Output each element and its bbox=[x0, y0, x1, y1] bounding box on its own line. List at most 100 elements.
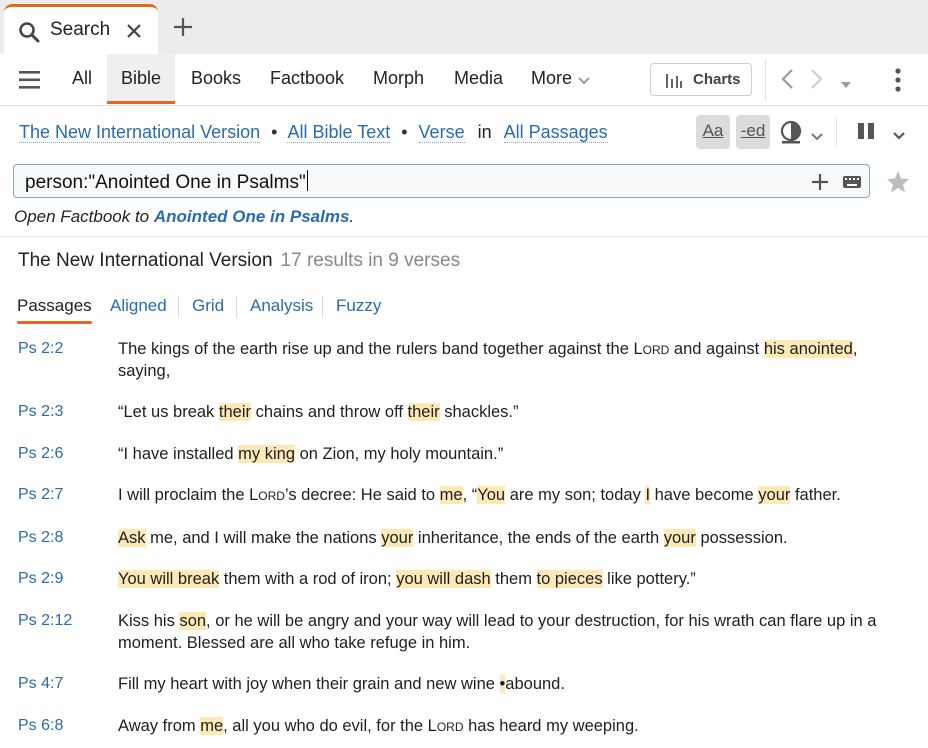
search-input[interactable]: person:"Anointed One in Psalms" bbox=[13, 164, 870, 198]
verse-text: “Let us break their chains and throw off… bbox=[118, 401, 888, 423]
search-hit-highlight[interactable]: you will dash bbox=[396, 570, 491, 588]
bullet-separator: • bbox=[271, 122, 278, 142]
nav-media[interactable]: Media bbox=[440, 54, 517, 104]
search-hit-highlight[interactable]: your bbox=[381, 529, 414, 547]
verse-text-segment: possession. bbox=[695, 529, 788, 547]
search-hit-highlight[interactable]: your bbox=[758, 486, 791, 504]
verse-text: Kiss his son, or he will be angry and yo… bbox=[118, 610, 888, 654]
nav-bible[interactable]: Bible bbox=[107, 54, 176, 104]
verse-text-segment: Away from bbox=[118, 717, 201, 735]
verse-text-segment: shackles.” bbox=[439, 403, 519, 421]
search-hit-highlight[interactable]: their bbox=[407, 403, 440, 421]
search-hit-highlight[interactable]: your bbox=[663, 529, 696, 547]
text-caret bbox=[306, 170, 308, 191]
star-icon[interactable] bbox=[886, 170, 910, 198]
chevron-down-icon[interactable] bbox=[811, 128, 823, 146]
back-arrow-icon[interactable] bbox=[780, 68, 794, 95]
tab-divider bbox=[178, 296, 179, 318]
nav-books[interactable]: Books bbox=[177, 54, 255, 104]
nav-more[interactable]: More bbox=[517, 54, 604, 104]
verse-text-segment: , or he will be angry and your way will … bbox=[118, 612, 877, 652]
small-caps-lord: Lord bbox=[633, 340, 670, 358]
unit-link[interactable]: Verse bbox=[418, 122, 465, 143]
charts-button[interactable]: Charts bbox=[650, 63, 752, 96]
verse-text-segment: Fill my heart with joy when their grain … bbox=[118, 675, 500, 693]
verse-reference-link[interactable]: Ps 4:7 bbox=[18, 675, 63, 693]
results-header: The New International Version 17 results … bbox=[18, 250, 460, 272]
tab-divider bbox=[236, 296, 237, 318]
verse-text-segment: Kiss his bbox=[118, 612, 180, 630]
chevron-down-icon bbox=[578, 55, 590, 103]
range-link[interactable]: All Passages bbox=[503, 122, 608, 143]
search-hit-highlight[interactable]: his anointed bbox=[763, 340, 853, 358]
chevron-down-icon[interactable] bbox=[893, 127, 905, 145]
bullet-separator: • bbox=[401, 122, 408, 142]
verse-reference-link[interactable]: Ps 2:6 bbox=[18, 445, 63, 463]
search-hit-highlight[interactable]: my king bbox=[238, 445, 296, 463]
verse-text: You will break them with a rod of iron; … bbox=[118, 568, 888, 590]
keyboard-icon[interactable] bbox=[842, 175, 862, 194]
results-title: The New International Version bbox=[18, 250, 273, 271]
pause-icon[interactable] bbox=[857, 122, 875, 145]
verse-text-segment: me, and I will make the nations bbox=[145, 529, 382, 547]
verse-text: Ask me, and I will make the nations your… bbox=[118, 527, 888, 549]
verse-reference-link[interactable]: Ps 2:7 bbox=[18, 486, 63, 504]
new-tab-plus-icon[interactable] bbox=[172, 16, 194, 43]
toolbar-divider bbox=[765, 60, 766, 100]
verse-reference-link[interactable]: Ps 2:3 bbox=[18, 403, 63, 421]
scope-link[interactable]: All Bible Text bbox=[287, 122, 391, 143]
charts-label: Charts bbox=[693, 71, 741, 88]
search-hit-highlight[interactable]: You bbox=[477, 486, 506, 504]
verse-text-segment: abound. bbox=[505, 675, 565, 693]
search-hit-highlight[interactable]: You will break bbox=[118, 570, 220, 588]
verse-text-segment: has heard my weeping. bbox=[463, 717, 639, 735]
verse-text-segment: chains and throw off bbox=[251, 403, 408, 421]
nav-more-label: More bbox=[531, 68, 573, 88]
search-query-text: person:"Anointed One in Psalms" bbox=[25, 170, 308, 193]
verse-reference-link[interactable]: Ps 6:8 bbox=[18, 717, 63, 735]
verse-text: I will proclaim the Lord’s decree: He sa… bbox=[118, 484, 888, 506]
small-caps-lord: Lord bbox=[427, 717, 464, 735]
match-endings-button[interactable]: -ed bbox=[736, 115, 770, 149]
verse-text-segment: on Zion, my holy mountain.” bbox=[295, 445, 504, 463]
search-hit-highlight[interactable]: their bbox=[218, 403, 251, 421]
tab-passages[interactable]: Passages bbox=[17, 296, 92, 324]
nav-all[interactable]: All bbox=[58, 54, 106, 104]
results-count: 17 results in 9 verses bbox=[280, 250, 461, 271]
tab-analysis[interactable]: Analysis bbox=[250, 296, 313, 316]
close-icon[interactable] bbox=[124, 21, 144, 46]
verse-text-segment: The kings of the earth rise up and the r… bbox=[118, 340, 634, 358]
verse-text-segment: them bbox=[490, 570, 537, 588]
verse-text-segment: , all you who do evil, for the bbox=[223, 717, 428, 735]
nav-morph[interactable]: Morph bbox=[359, 54, 438, 104]
verse-reference-link[interactable]: Ps 2:2 bbox=[18, 340, 63, 358]
version-link[interactable]: The New International Version bbox=[19, 122, 261, 143]
nav-factbook[interactable]: Factbook bbox=[256, 54, 358, 104]
search-hit-highlight[interactable]: son bbox=[179, 612, 207, 630]
more-options-icon[interactable] bbox=[894, 67, 902, 98]
verse-reference-link[interactable]: Ps 2:9 bbox=[18, 570, 63, 588]
highlight-palette-icon[interactable] bbox=[780, 120, 804, 149]
tab-search[interactable]: Search bbox=[4, 4, 158, 54]
tab-fuzzy[interactable]: Fuzzy bbox=[336, 296, 381, 316]
verse-text-segment: “Let us break bbox=[118, 403, 219, 421]
history-dropdown-icon[interactable] bbox=[840, 76, 852, 94]
verse-text-segment: have become bbox=[650, 486, 759, 504]
search-hit-highlight[interactable]: me bbox=[200, 717, 224, 735]
search-hit-highlight[interactable]: to pieces bbox=[536, 570, 603, 588]
menu-icon[interactable] bbox=[18, 70, 42, 95]
verse-text: Away from me, all you who do evil, for t… bbox=[118, 715, 888, 737]
forward-arrow-icon[interactable] bbox=[810, 68, 824, 95]
search-hit-highlight[interactable]: me bbox=[439, 486, 463, 504]
main-toolbar: All Bible Books Factbook Morph Media Mor… bbox=[0, 54, 928, 106]
tab-label: Search bbox=[50, 19, 111, 40]
verse-text-segment: are my son; today bbox=[505, 486, 646, 504]
tab-aligned[interactable]: Aligned bbox=[110, 296, 167, 316]
search-hit-highlight[interactable]: Ask bbox=[118, 529, 146, 547]
tab-grid[interactable]: Grid bbox=[192, 296, 224, 316]
verse-reference-link[interactable]: Ps 2:8 bbox=[18, 529, 63, 547]
match-case-button[interactable]: Aa bbox=[696, 115, 730, 149]
add-term-plus-icon[interactable] bbox=[811, 173, 829, 196]
verse-reference-link[interactable]: Ps 2:12 bbox=[18, 612, 72, 630]
factbook-link[interactable]: Anointed One in Psalms bbox=[154, 207, 350, 226]
